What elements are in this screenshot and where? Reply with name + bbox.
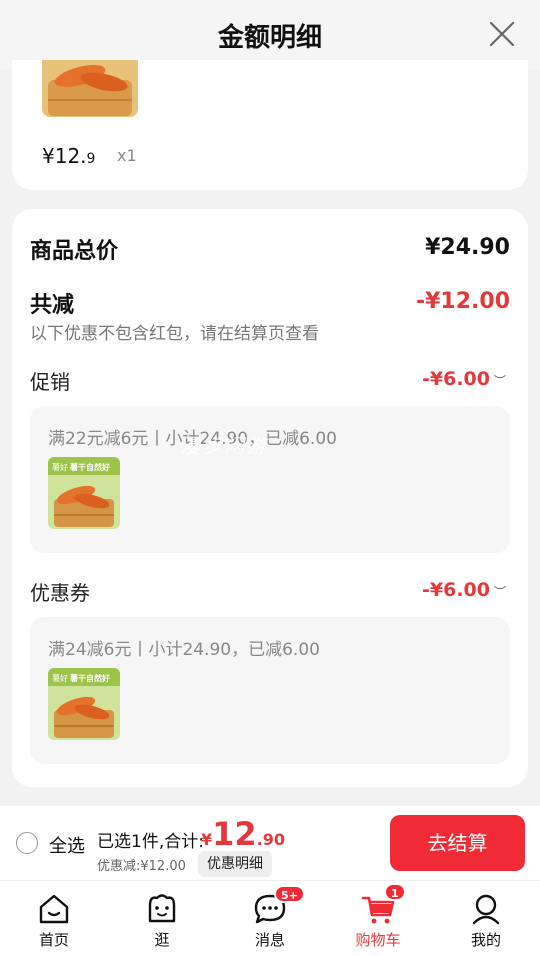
chevron-down-icon: ︶ xyxy=(493,374,506,388)
product-thumbnail[interactable]: 薯好 薯干自然好 xyxy=(48,457,120,529)
total-value: ¥24.90 xyxy=(425,235,510,260)
item-preview-card: ¥12.9 x1 xyxy=(12,60,528,190)
reduce-label: 共减 xyxy=(30,293,75,318)
discount-detail-button[interactable]: 优惠明细 xyxy=(198,851,272,877)
watermark-text: 漫步闲游 xyxy=(180,434,268,458)
cart-badge: 1 xyxy=(384,883,406,901)
tab-profile[interactable]: 我的 xyxy=(432,881,540,956)
price-breakdown-card: 商品总价 ¥24.90 共减 -¥12.00 以下优惠不包含红包，请在结算页查看… xyxy=(12,209,528,787)
coupon-detail-box: 满24减6元丨小计24.90，已减6.00 薯好 薯干自然好 xyxy=(30,617,510,764)
close-icon[interactable] xyxy=(488,20,516,48)
svg-text:薯好: 薯好 xyxy=(52,673,68,683)
home-icon xyxy=(39,894,69,924)
select-all-label[interactable]: 全选 xyxy=(49,832,85,858)
tab-browse[interactable]: 逛 xyxy=(108,881,216,956)
promotion-label: 促销 xyxy=(30,370,70,394)
face-icon xyxy=(148,894,176,923)
product-image[interactable] xyxy=(42,60,138,117)
checkout-bar: 全选 已选1件,合计: ¥12.90 优惠减:¥12.00 优惠明细 去结算 xyxy=(0,806,540,880)
tab-home[interactable]: 首页 xyxy=(0,881,108,956)
total-label: 商品总价 xyxy=(30,239,119,264)
total-price: ¥12.90 xyxy=(201,815,286,853)
promotion-detail-box: 满22元减6元丨小计24.90，已减6.00 薯好 薯干自然好 xyxy=(30,406,510,553)
chevron-down-icon: ︶ xyxy=(493,585,506,599)
coupon-label: 优惠券 xyxy=(30,581,90,605)
tab-cart[interactable]: 1 购物车 xyxy=(324,881,432,956)
item-price: ¥12.9 xyxy=(42,144,96,168)
item-quantity: x1 xyxy=(117,146,137,165)
modal-title: 金额明细 xyxy=(217,23,322,53)
discount-amount: 优惠减:¥12.00 xyxy=(97,859,186,874)
tab-label: 购物车 xyxy=(355,931,401,949)
bottom-tab-bar: 首页 逛 5+ 消息 1 购物车 我的 xyxy=(0,880,540,956)
discount-note: 以下优惠不包含红包，请在结算页查看 xyxy=(30,324,319,344)
tab-label: 首页 xyxy=(38,931,69,949)
product-thumbnail[interactable]: 薯好 薯干自然好 xyxy=(48,668,120,740)
select-all-checkbox[interactable] xyxy=(16,832,38,854)
tab-label: 我的 xyxy=(470,931,501,949)
user-icon xyxy=(472,894,500,925)
message-badge: 5+ xyxy=(274,885,305,903)
coupon-detail-text: 满24减6元丨小计24.90，已减6.00 xyxy=(48,640,320,660)
coupon-value[interactable]: -¥6.00 ︶ xyxy=(422,579,506,601)
reduce-value: -¥12.00 xyxy=(415,289,510,314)
svg-text:薯干自然好: 薯干自然好 xyxy=(69,673,110,683)
svg-text:薯干自然好: 薯干自然好 xyxy=(69,462,110,472)
tab-label: 逛 xyxy=(154,931,170,949)
promotion-value[interactable]: -¥6.00 ︶ xyxy=(422,368,506,390)
svg-text:薯好: 薯好 xyxy=(52,462,68,472)
tab-messages[interactable]: 5+ 消息 xyxy=(216,881,324,956)
tab-label: 消息 xyxy=(254,931,285,949)
selected-count-text: 已选1件,合计: xyxy=(97,832,204,852)
checkout-button[interactable]: 去结算 xyxy=(390,815,525,871)
